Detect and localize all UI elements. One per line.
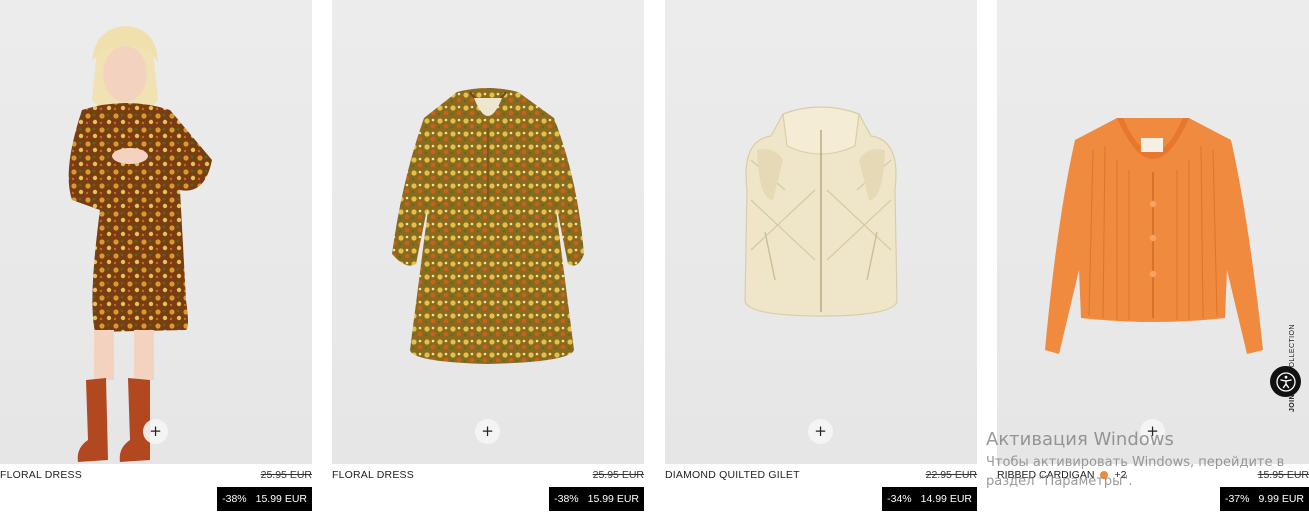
windows-activation-watermark: Активация Windows Чтобы активировать Win… [986, 429, 1306, 491]
product-image[interactable]: + [0, 0, 312, 464]
discount-percent: -38% [222, 493, 247, 505]
discount-percent: -38% [554, 493, 579, 505]
add-to-bag-button[interactable]: + [808, 419, 833, 444]
join-label: JOIN [1289, 394, 1296, 412]
discount-percent: -37% [1224, 493, 1250, 505]
original-price: 25.95 EUR [592, 469, 644, 481]
sale-price-tag: -34% 14.99 EUR [882, 487, 977, 511]
product-image[interactable]: + [665, 0, 977, 464]
product-card[interactable]: + DIAMOND QUILTED GILET 22.95 EUR -34% 1… [665, 0, 977, 516]
product-name[interactable]: FLORAL DRESS [332, 469, 414, 481]
sale-price: 9.99 EUR [1258, 493, 1304, 505]
accessibility-button[interactable] [1270, 366, 1301, 397]
original-price: 25.95 EUR [260, 469, 312, 481]
sale-price: 15.99 EUR [587, 493, 639, 505]
sale-price-tag: -38% 15.99 EUR [549, 487, 644, 511]
add-to-bag-button[interactable]: + [143, 419, 168, 444]
original-price: 22.95 EUR [925, 469, 977, 481]
accessibility-icon [1275, 371, 1296, 392]
plus-icon: + [481, 422, 494, 440]
sale-price: 15.99 EUR [255, 493, 307, 505]
sale-price-tag: -38% 15.99 EUR [217, 487, 312, 511]
floral-dress-model-image [68, 26, 213, 462]
watermark-line-2: раздел "Параметры". [986, 474, 1133, 489]
product-name[interactable]: DIAMOND QUILTED GILET [665, 469, 800, 481]
add-to-bag-button[interactable]: + [475, 419, 500, 444]
watermark-message: Чтобы активировать Windows, перейдите в … [986, 453, 1306, 491]
product-card[interactable]: + FLORAL DRESS 25.95 EUR -38% 15.99 EUR [0, 0, 312, 516]
product-card[interactable]: + FLORAL DRESS 25.95 EUR -38% 15.99 EUR [332, 0, 644, 516]
watermark-title: Активация Windows [986, 429, 1174, 450]
floral-dress-flat-image [392, 88, 584, 364]
product-image[interactable]: + [332, 0, 644, 464]
watermark-line-1: Чтобы активировать Windows, перейдите в [986, 455, 1285, 470]
ribbed-cardigan-image [1045, 118, 1263, 354]
plus-icon: + [149, 422, 162, 440]
quilted-gilet-image [744, 106, 898, 317]
product-name[interactable]: FLORAL DRESS [0, 469, 82, 481]
sale-price: 14.99 EUR [920, 493, 972, 505]
plus-icon: + [814, 422, 827, 440]
discount-percent: -34% [887, 493, 912, 505]
product-image[interactable]: + [997, 0, 1309, 464]
